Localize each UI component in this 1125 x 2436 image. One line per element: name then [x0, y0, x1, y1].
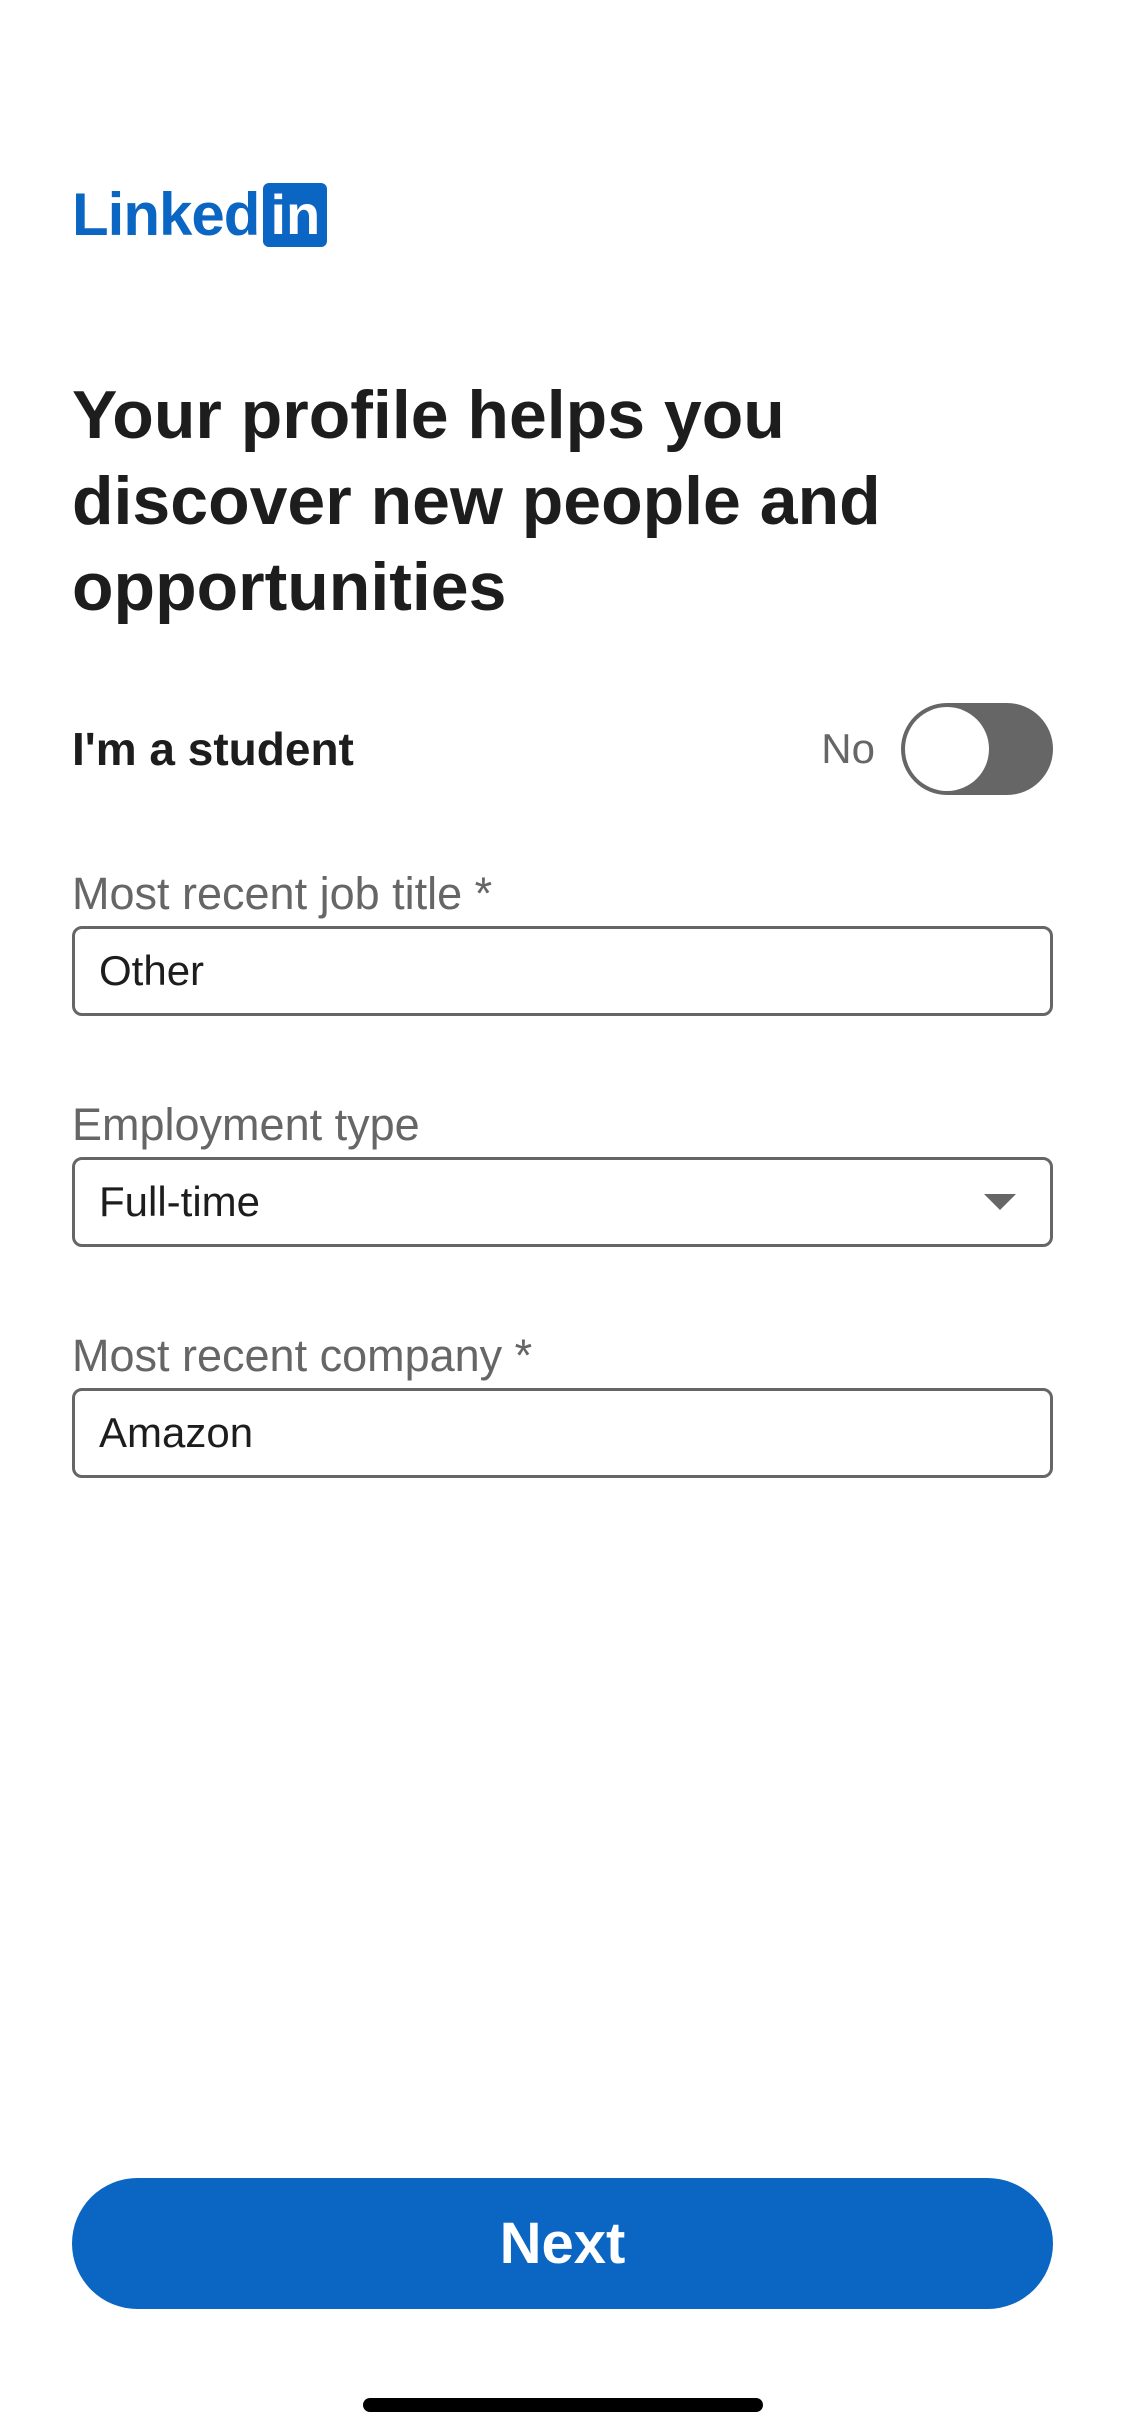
student-toggle-group: No: [821, 703, 1053, 795]
toggle-knob: [905, 707, 989, 791]
employment-type-value: Full-time: [99, 1178, 261, 1225]
company-input[interactable]: Amazon: [72, 1388, 1053, 1478]
company-label: Most recent company *: [72, 1330, 533, 1381]
next-button[interactable]: Next: [72, 2178, 1053, 2309]
page-title: Your profile helps you discover new peop…: [72, 377, 881, 625]
job-title-input[interactable]: Other: [72, 926, 1053, 1016]
company-value: Amazon: [99, 1409, 254, 1456]
job-title-value: Other: [99, 947, 205, 994]
linkedin-logo: Linked in: [72, 181, 328, 248]
student-toggle-state: No: [821, 725, 875, 772]
logo-wordmark: Linked: [72, 181, 260, 248]
chevron-down-icon: [984, 1194, 1016, 1210]
student-label: I'm a student: [72, 723, 354, 775]
home-indicator[interactable]: [363, 2398, 763, 2412]
logo-in-box: in: [263, 183, 328, 247]
job-title-label: Most recent job title *: [72, 868, 493, 919]
student-toggle[interactable]: [901, 703, 1053, 795]
student-row: I'm a student No: [72, 700, 1053, 798]
employment-type-select[interactable]: Full-time: [72, 1157, 1053, 1247]
employment-type-label: Employment type: [72, 1099, 420, 1150]
